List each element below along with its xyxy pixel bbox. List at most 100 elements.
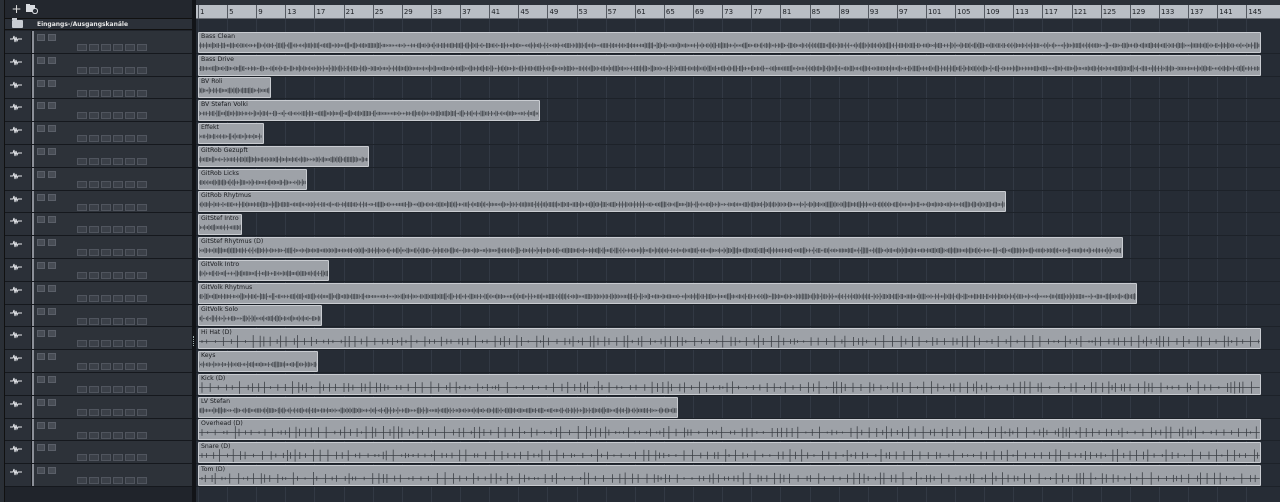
track-head[interactable] [32, 122, 192, 144]
record-enable-button[interactable] [77, 112, 87, 120]
audio-event[interactable]: BV Stefan Volki [198, 100, 541, 122]
solo-button[interactable] [48, 376, 56, 383]
track-strip[interactable] [5, 441, 32, 464]
track-color-tab[interactable] [32, 304, 34, 327]
track-head[interactable] [32, 31, 192, 53]
edit-button[interactable] [113, 158, 123, 165]
track-strip[interactable] [5, 31, 32, 53]
solo-button[interactable] [48, 125, 56, 133]
folder-gear-icon[interactable] [25, 3, 38, 16]
folder-track-io[interactable]: Eingangs-/Ausgangskanäle [5, 18, 192, 30]
track-head[interactable] [32, 464, 192, 486]
edit-button[interactable] [113, 112, 123, 120]
lane-button[interactable] [101, 294, 111, 302]
edit-button[interactable] [113, 294, 123, 302]
record-enable-button[interactable] [77, 294, 87, 302]
record-enable-button[interactable] [77, 340, 87, 348]
arrange-area[interactable]: 1 5 9 13 17 21 25 29 33 37 41 45 49 53 57 61 65 69 73 77 81 8… [196, 0, 1280, 502]
read-automation-button[interactable] [125, 294, 135, 302]
solo-button[interactable] [48, 262, 56, 269]
lane-button[interactable] [101, 340, 111, 348]
mute-button[interactable] [37, 284, 45, 292]
track-strip[interactable] [5, 236, 32, 258]
monitor-button[interactable] [89, 158, 99, 165]
track-head[interactable] [32, 281, 192, 304]
write-automation-button[interactable] [137, 158, 147, 165]
record-enable-button[interactable] [77, 44, 87, 51]
read-automation-button[interactable] [125, 340, 135, 348]
audio-event[interactable]: GitRob Licks [198, 168, 308, 190]
track-head[interactable] [32, 213, 192, 236]
mute-button[interactable] [37, 467, 45, 475]
track-color-tab[interactable] [32, 53, 34, 76]
record-enable-button[interactable] [77, 135, 87, 143]
track-header[interactable] [5, 31, 192, 54]
lane-button[interactable] [101, 112, 111, 120]
write-automation-button[interactable] [137, 44, 147, 51]
track-color-tab[interactable] [32, 236, 34, 258]
track-header[interactable] [5, 190, 192, 214]
monitor-button[interactable] [89, 203, 99, 211]
write-automation-button[interactable] [137, 363, 147, 371]
lane-button[interactable] [101, 66, 111, 74]
read-automation-button[interactable] [125, 317, 135, 325]
solo-button[interactable] [48, 193, 56, 201]
track-color-tab[interactable] [32, 441, 34, 464]
audio-event[interactable]: LV Stefan [198, 396, 679, 418]
read-automation-button[interactable] [125, 112, 135, 120]
read-automation-button[interactable] [125, 203, 135, 211]
track-header[interactable] [5, 441, 192, 465]
write-automation-button[interactable] [137, 408, 147, 416]
monitor-button[interactable] [89, 226, 99, 234]
track-header[interactable] [5, 327, 192, 351]
track-color-tab[interactable] [32, 190, 34, 213]
track-head[interactable] [32, 167, 192, 190]
solo-button[interactable] [48, 79, 56, 87]
solo-button[interactable] [48, 398, 56, 406]
write-automation-button[interactable] [137, 340, 147, 348]
mute-button[interactable] [37, 125, 45, 133]
monitor-button[interactable] [89, 317, 99, 325]
track-color-tab[interactable] [32, 31, 34, 53]
write-automation-button[interactable] [137, 203, 147, 211]
lane-button[interactable] [101, 408, 111, 416]
divider-grip-icon[interactable] [193, 336, 195, 346]
write-automation-button[interactable] [137, 89, 147, 97]
track-header[interactable] [5, 418, 192, 442]
track-color-tab[interactable] [32, 167, 34, 190]
read-automation-button[interactable] [125, 135, 135, 143]
read-automation-button[interactable] [125, 226, 135, 234]
track-strip[interactable] [5, 190, 32, 213]
track-head[interactable] [32, 236, 192, 258]
lane-button[interactable] [101, 431, 111, 439]
track-header[interactable] [5, 145, 192, 168]
mute-button[interactable] [37, 421, 45, 429]
lane-button[interactable] [101, 180, 111, 188]
write-automation-button[interactable] [137, 431, 147, 439]
mute-button[interactable] [37, 216, 45, 224]
mute-button[interactable] [37, 170, 45, 178]
solo-button[interactable] [48, 444, 56, 452]
record-enable-button[interactable] [77, 226, 87, 234]
track-strip[interactable] [5, 304, 32, 327]
lane-button[interactable] [101, 454, 111, 462]
audio-event[interactable]: GitRob Gezupft [198, 145, 370, 167]
record-enable-button[interactable] [77, 408, 87, 416]
lane-button[interactable] [101, 477, 111, 485]
solo-button[interactable] [48, 467, 56, 475]
track-head[interactable] [32, 350, 192, 372]
track-header[interactable] [5, 395, 192, 419]
edit-button[interactable] [113, 454, 123, 462]
track-head[interactable] [32, 327, 192, 350]
track-head[interactable] [32, 99, 192, 122]
lane-button[interactable] [101, 386, 111, 393]
edit-button[interactable] [113, 89, 123, 97]
monitor-button[interactable] [89, 180, 99, 188]
monitor-button[interactable] [89, 112, 99, 120]
track-strip[interactable] [5, 281, 32, 304]
lane-button[interactable] [101, 272, 111, 279]
monitor-button[interactable] [89, 386, 99, 393]
audio-event[interactable]: Effekt [198, 123, 264, 144]
monitor-button[interactable] [89, 294, 99, 302]
edit-button[interactable] [113, 340, 123, 348]
